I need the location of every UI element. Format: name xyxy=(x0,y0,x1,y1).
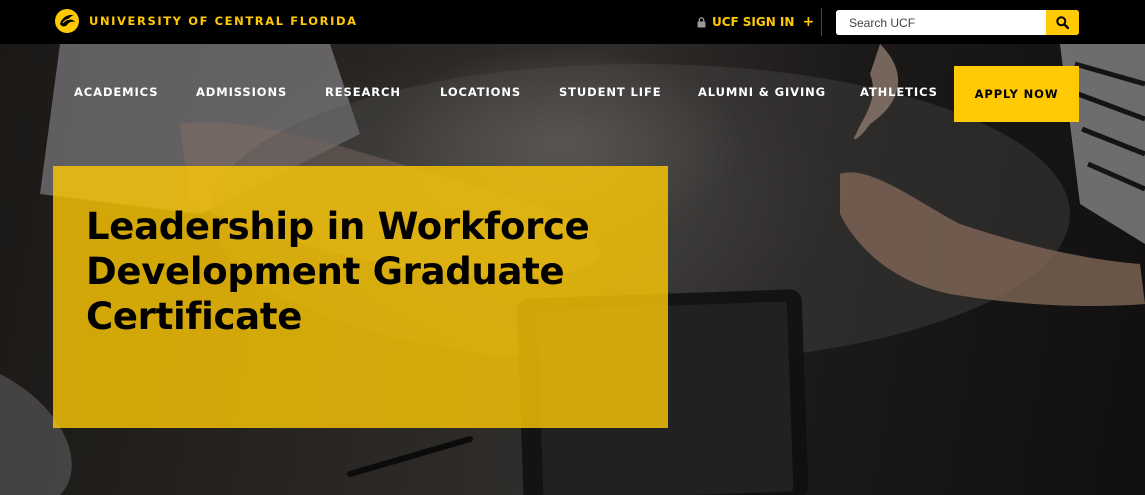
nav-alumni-giving[interactable]: ALUMNI & GIVING xyxy=(698,85,826,99)
main-navigation: ACADEMICS ADMISSIONS RESEARCH LOCATIONS … xyxy=(0,66,1145,122)
nav-student-life[interactable]: STUDENT LIFE xyxy=(559,85,661,99)
search-form xyxy=(836,10,1079,35)
plus-icon: + xyxy=(802,14,815,30)
nav-academics[interactable]: ACADEMICS xyxy=(74,85,158,99)
page-title: Leadership in Workforce Development Grad… xyxy=(86,205,590,338)
sign-in-prefix: UCF xyxy=(712,15,739,29)
brand-name: UNIVERSITY OF CENTRAL FLORIDA xyxy=(89,14,358,28)
pegasus-logo-icon xyxy=(55,9,79,33)
top-bar: UNIVERSITY OF CENTRAL FLORIDA UCF SIGN I… xyxy=(0,0,1145,44)
hero-title-box: Leadership in Workforce Development Grad… xyxy=(53,166,668,428)
apply-now-button[interactable]: APPLY NOW xyxy=(954,66,1079,122)
search-input[interactable] xyxy=(836,10,1046,35)
brand-link[interactable]: UNIVERSITY OF CENTRAL FLORIDA xyxy=(54,8,358,34)
nav-locations[interactable]: LOCATIONS xyxy=(440,85,521,99)
search-icon xyxy=(1056,16,1069,29)
hero-section: ACADEMICS ADMISSIONS RESEARCH LOCATIONS … xyxy=(0,44,1145,495)
header-divider xyxy=(821,8,822,36)
nav-athletics[interactable]: ATHLETICS xyxy=(860,85,938,99)
lock-icon xyxy=(697,16,706,27)
nav-research[interactable]: RESEARCH xyxy=(325,85,401,99)
sign-in-link[interactable]: UCF SIGN IN + xyxy=(697,14,814,30)
sign-in-label: SIGN IN xyxy=(742,15,795,29)
nav-admissions[interactable]: ADMISSIONS xyxy=(196,85,287,99)
search-button[interactable] xyxy=(1046,10,1079,35)
